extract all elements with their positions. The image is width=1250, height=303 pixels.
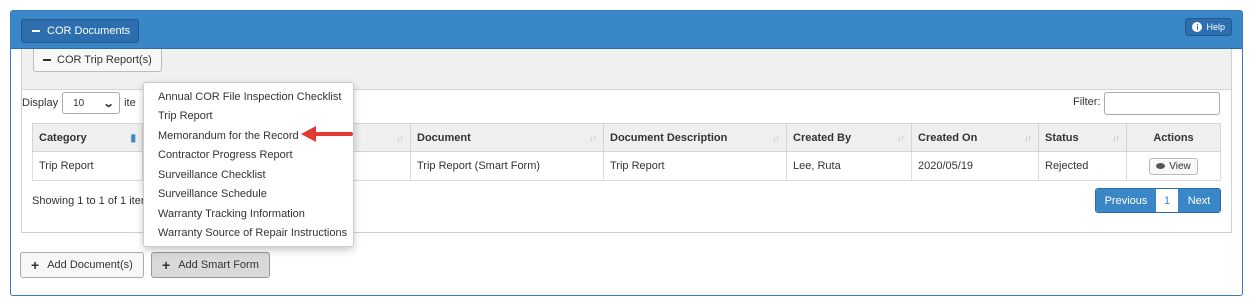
cell-created-by: Lee, Ruta (786, 151, 912, 181)
cell-category: Trip Report (32, 151, 143, 181)
column-header-actions: Actions (1126, 123, 1221, 152)
sort-icon: ↓↑ (1112, 133, 1120, 143)
cell-description: Trip Report (603, 151, 787, 181)
sort-icon: ↓↑ (396, 133, 404, 143)
trip-reports-toggle-button[interactable]: COR Trip Report(s) (33, 49, 162, 72)
minus-icon (43, 59, 51, 61)
page-size-value: 10 (73, 97, 85, 109)
sort-icon: ↓↑ (589, 133, 597, 143)
cell-document: Trip Report (Smart Form) (410, 151, 604, 181)
menu-item-annual-cor-checklist[interactable]: Annual COR File Inspection Checklist (144, 87, 353, 107)
info-icon: i (1192, 22, 1203, 32)
plus-icon: + (162, 257, 171, 273)
previous-page-button[interactable]: Previous (1096, 189, 1156, 212)
view-label: View (1169, 160, 1191, 172)
menu-item-warranty-tracking[interactable]: Warranty Tracking Information (144, 204, 353, 224)
display-label: Display (22, 97, 59, 109)
panel-header: COR Documents i Help (11, 11, 1242, 49)
arrow-annotation (301, 126, 353, 142)
add-smart-form-label: Add Smart Form (178, 259, 259, 271)
filter-label: Filter: (1073, 96, 1101, 108)
column-header-created-on[interactable]: Created On ↓↑ (911, 123, 1039, 152)
sort-icon: ▮ (130, 133, 135, 144)
add-documents-label: Add Document(s) (47, 259, 133, 271)
sort-icon: ↓↑ (1024, 133, 1032, 143)
menu-item-warranty-source[interactable]: Warranty Source of Repair Instructions (144, 224, 353, 244)
menu-item-surveillance-schedule[interactable]: Surveillance Schedule (144, 185, 353, 205)
showing-info: Showing 1 to 1 of 1 item (32, 195, 151, 207)
page-size-select[interactable]: 10 ⌄ (62, 92, 121, 114)
menu-item-surveillance-checklist[interactable]: Surveillance Checklist (144, 165, 353, 185)
sort-icon: ↓↑ (897, 133, 905, 143)
add-smart-form-button[interactable]: + Add Smart Form (151, 252, 270, 278)
pagination: Previous 1 Next (1095, 188, 1221, 213)
cor-documents-label: COR Documents (47, 25, 131, 37)
column-header-status[interactable]: Status ↓↑ (1038, 123, 1127, 152)
cor-documents-toggle-button[interactable]: COR Documents (21, 19, 140, 43)
help-label: Help (1206, 22, 1225, 32)
minus-icon (32, 30, 40, 32)
plus-icon: + (31, 257, 40, 273)
next-page-button[interactable]: Next (1178, 189, 1220, 212)
smart-form-dropdown-menu: Annual COR File Inspection Checklist Tri… (143, 82, 354, 247)
cell-status: Rejected (1038, 151, 1127, 181)
column-header-category[interactable]: Category ▮ (32, 123, 143, 152)
chevron-down-icon: ⌄ (102, 97, 115, 110)
page-number-1[interactable]: 1 (1156, 189, 1178, 212)
view-button[interactable]: View (1149, 157, 1198, 175)
filter-input[interactable] (1104, 92, 1220, 115)
eye-icon (1156, 163, 1166, 169)
trip-reports-label: COR Trip Report(s) (57, 54, 152, 66)
column-header-description[interactable]: Document Description ↓↑ (603, 123, 787, 152)
add-documents-button[interactable]: + Add Document(s) (20, 252, 144, 278)
help-button[interactable]: i Help (1185, 18, 1232, 36)
cell-created-on: 2020/05/19 (911, 151, 1039, 181)
column-header-created-by[interactable]: Created By ↓↑ (786, 123, 912, 152)
sort-icon: ↓↑ (772, 133, 780, 143)
items-label: ite (124, 97, 136, 109)
page-size-control: Display 10 ⌄ ite (22, 92, 136, 114)
menu-item-contractor-progress[interactable]: Contractor Progress Report (144, 146, 353, 166)
column-header-document[interactable]: Document ↓↑ (410, 123, 604, 152)
cell-actions: View (1126, 151, 1221, 181)
